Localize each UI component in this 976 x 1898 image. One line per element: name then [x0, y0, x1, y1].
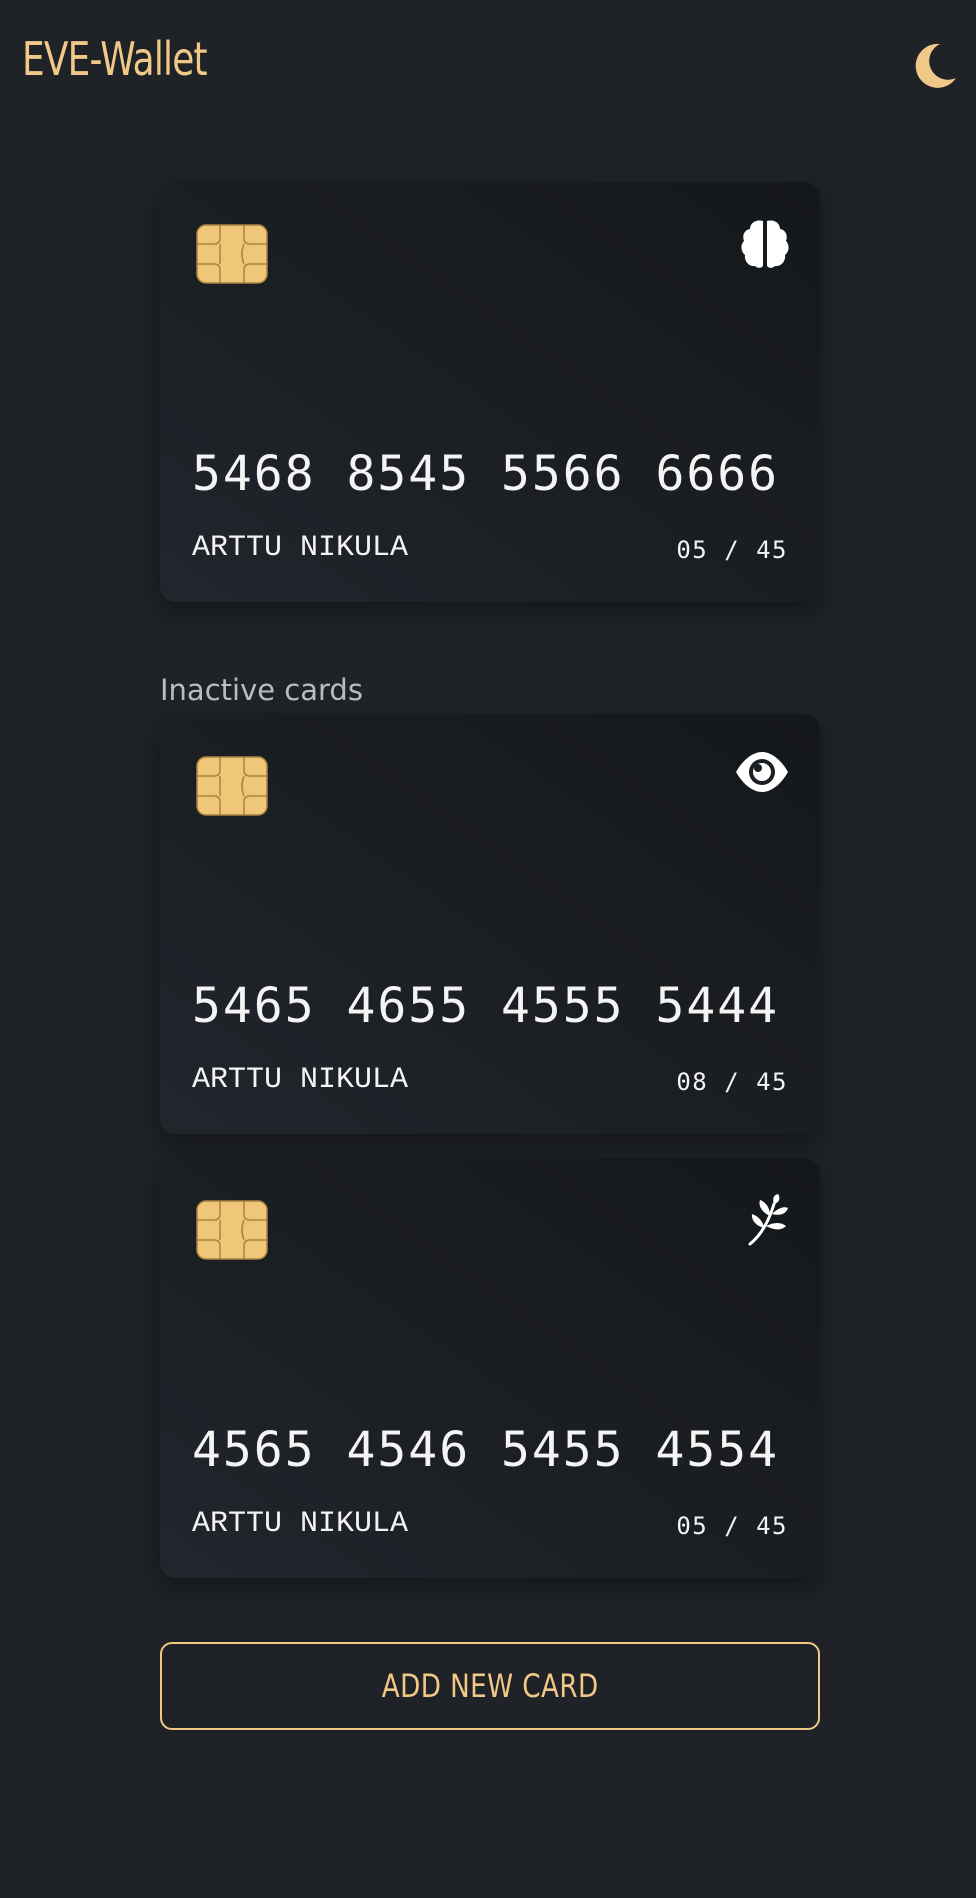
active-card[interactable]: 5468 8545 5566 6666 ARTTU NIKULA 05 / 45	[160, 182, 820, 602]
add-new-card-button[interactable]: ADD NEW CARD	[160, 1642, 820, 1730]
card-number: 4565 4546 5455 4554	[192, 1422, 780, 1478]
chip-icon	[196, 1200, 268, 1260]
chip-icon	[196, 756, 268, 816]
theme-toggle[interactable]	[910, 40, 960, 90]
leaf-icon	[730, 1194, 790, 1254]
inactive-card[interactable]: 4565 4546 5455 4554 ARTTU NIKULA 05 / 45	[160, 1158, 820, 1578]
eye-icon	[730, 750, 790, 810]
card-holder-name: ARTTU NIKULA	[192, 531, 409, 565]
add-new-card-label: ADD NEW CARD	[381, 1667, 599, 1705]
inactive-cards-heading: Inactive cards	[160, 673, 363, 707]
card-holder-name: ARTTU NIKULA	[192, 1507, 409, 1541]
chip-icon	[196, 224, 268, 284]
inactive-card[interactable]: 5465 4655 4555 5444 ARTTU NIKULA 08 / 45	[160, 714, 820, 1134]
app-title: EVE-Wallet	[22, 32, 208, 86]
card-expiry: 08 / 45	[676, 1068, 788, 1096]
moon-icon	[915, 43, 956, 88]
card-expiry: 05 / 45	[676, 1512, 788, 1540]
brain-icon	[730, 218, 790, 278]
card-holder-name: ARTTU NIKULA	[192, 1063, 409, 1097]
card-number: 5468 8545 5566 6666	[192, 446, 780, 502]
card-number: 5465 4655 4555 5444	[192, 978, 780, 1034]
card-expiry: 05 / 45	[676, 536, 788, 564]
